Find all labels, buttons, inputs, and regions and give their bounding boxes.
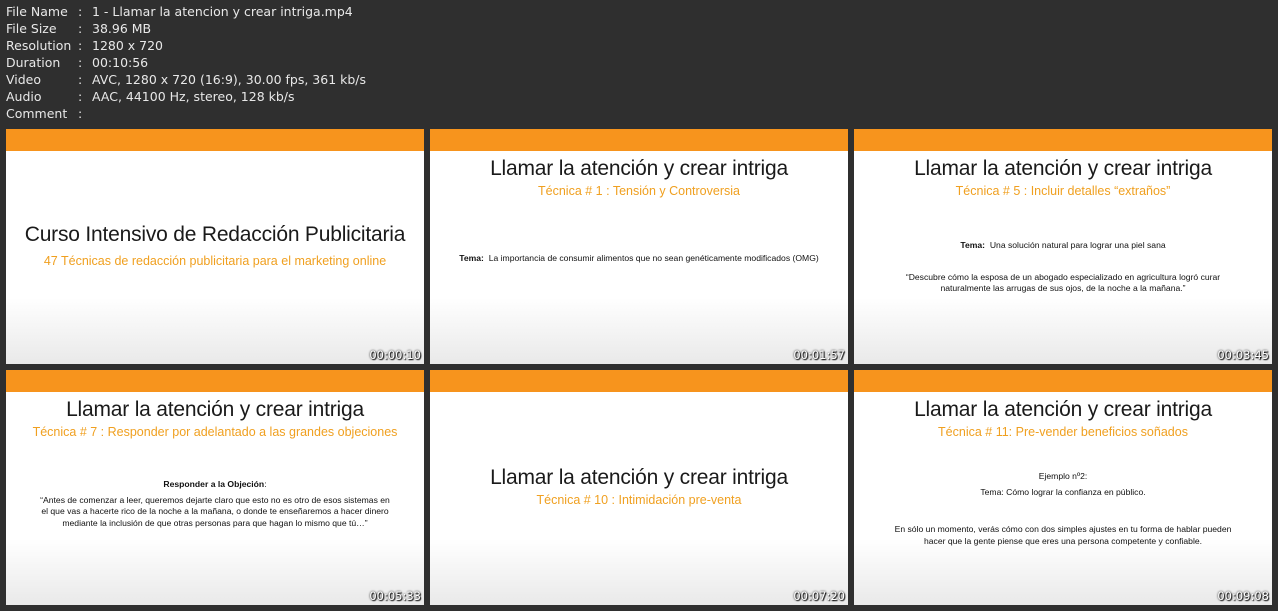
slide-title: Llamar la atención y crear intriga: [66, 398, 364, 421]
slide-content: Llamar la atención y crear intriga Técni…: [854, 151, 1272, 364]
slide-topic: Tema: La importancia de consumir aliment…: [459, 253, 819, 263]
video-thumbnail[interactable]: Llamar la atención y crear intriga Técni…: [430, 129, 848, 364]
video-thumbnail[interactable]: Llamar la atención y crear intriga Técni…: [6, 370, 424, 605]
video-thumbnail[interactable]: Curso Intensivo de Redacción Publicitari…: [6, 129, 424, 364]
video-thumbnail[interactable]: Llamar la atención y crear intriga Técni…: [430, 370, 848, 605]
meta-video: Video: AVC, 1280 x 720 (16:9), 30.00 fps,…: [6, 72, 367, 87]
file-metadata: File Name:1 - Llamar la atencion y crear…: [6, 3, 366, 122]
slide-header-bar: [854, 129, 1272, 151]
slide-topic: Tema: Cómo lograr la confianza en públic…: [980, 486, 1146, 497]
slide-content: Curso Intensivo de Redacción Publicitari…: [6, 151, 424, 364]
timestamp: 00:05:33: [369, 589, 421, 603]
slide-header-bar: [854, 370, 1272, 392]
slide-header-bar: [430, 129, 848, 151]
meta-file-size: File Size:38.96 MB: [6, 21, 152, 36]
slide-header-bar: [430, 370, 848, 392]
slide-body-text: En sólo un momento, verás cómo con dos s…: [894, 524, 1232, 546]
slide-content: Llamar la atención y crear intriga Técni…: [430, 151, 848, 364]
slide-title: Llamar la atención y crear intriga: [914, 398, 1212, 421]
timestamp: 00:09:08: [1217, 589, 1269, 603]
slide-subtitle: 47 Técnicas de redacción publicitaria pa…: [43, 254, 387, 268]
timestamp: 00:03:45: [1217, 348, 1269, 362]
slide-title: Llamar la atención y crear intriga: [490, 466, 788, 489]
meta-comment: Comment:: [6, 106, 83, 121]
meta-resolution: Resolution:1280 x 720: [6, 38, 164, 53]
slide-subtitle: Técnica # 11: Pre-vender beneficios soña…: [938, 425, 1188, 439]
slide-title: Curso Intensivo de Redacción Publicitari…: [24, 223, 406, 246]
meta-duration: Duration:00:10:56: [6, 55, 149, 70]
slide-topic: Tema: Una solución natural para lograr u…: [960, 240, 1166, 250]
slide-header-bar: [6, 129, 424, 151]
meta-file-name: File Name:1 - Llamar la atencion y crear…: [6, 4, 353, 19]
slide-subtitle: Técnica # 10 : Intimidación pre-venta: [536, 493, 742, 507]
timestamp: 00:01:57: [793, 348, 845, 362]
thumbnail-grid: Curso Intensivo de Redacción Publicitari…: [6, 129, 1272, 605]
slide-example: Ejemplo nº2:: [1038, 471, 1088, 481]
video-thumbnail[interactable]: Llamar la atención y crear intriga Técni…: [854, 129, 1272, 364]
timestamp: 00:00:10: [369, 348, 421, 362]
slide-title: Llamar la atención y crear intriga: [914, 157, 1212, 180]
slide-content: Llamar la atención y crear intriga Técni…: [6, 392, 424, 605]
slide-subtitle: Técnica # 5 : Incluir detalles “extraños…: [955, 184, 1171, 198]
timestamp: 00:07:20: [793, 589, 845, 603]
slide-objection-label: Responder a la Objeción:: [163, 479, 267, 489]
slide-quote: “Descubre cómo la esposa de un abogado e…: [905, 271, 1221, 294]
slide-quote: “Antes de comenzar a leer, queremos deja…: [40, 494, 390, 528]
slide-title: Llamar la atención y crear intriga: [490, 157, 788, 180]
video-thumbnail[interactable]: Llamar la atención y crear intriga Técni…: [854, 370, 1272, 605]
slide-content: Llamar la atención y crear intriga Técni…: [854, 392, 1272, 605]
slide-header-bar: [6, 370, 424, 392]
slide-subtitle: Técnica # 7 : Responder por adelantado a…: [32, 425, 398, 439]
meta-audio: Audio: AAC, 44100 Hz, stereo, 128 kb/s: [6, 89, 295, 104]
slide-subtitle: Técnica # 1 : Tensión y Controversia: [538, 184, 740, 198]
slide-content: Llamar la atención y crear intriga Técni…: [430, 392, 848, 605]
